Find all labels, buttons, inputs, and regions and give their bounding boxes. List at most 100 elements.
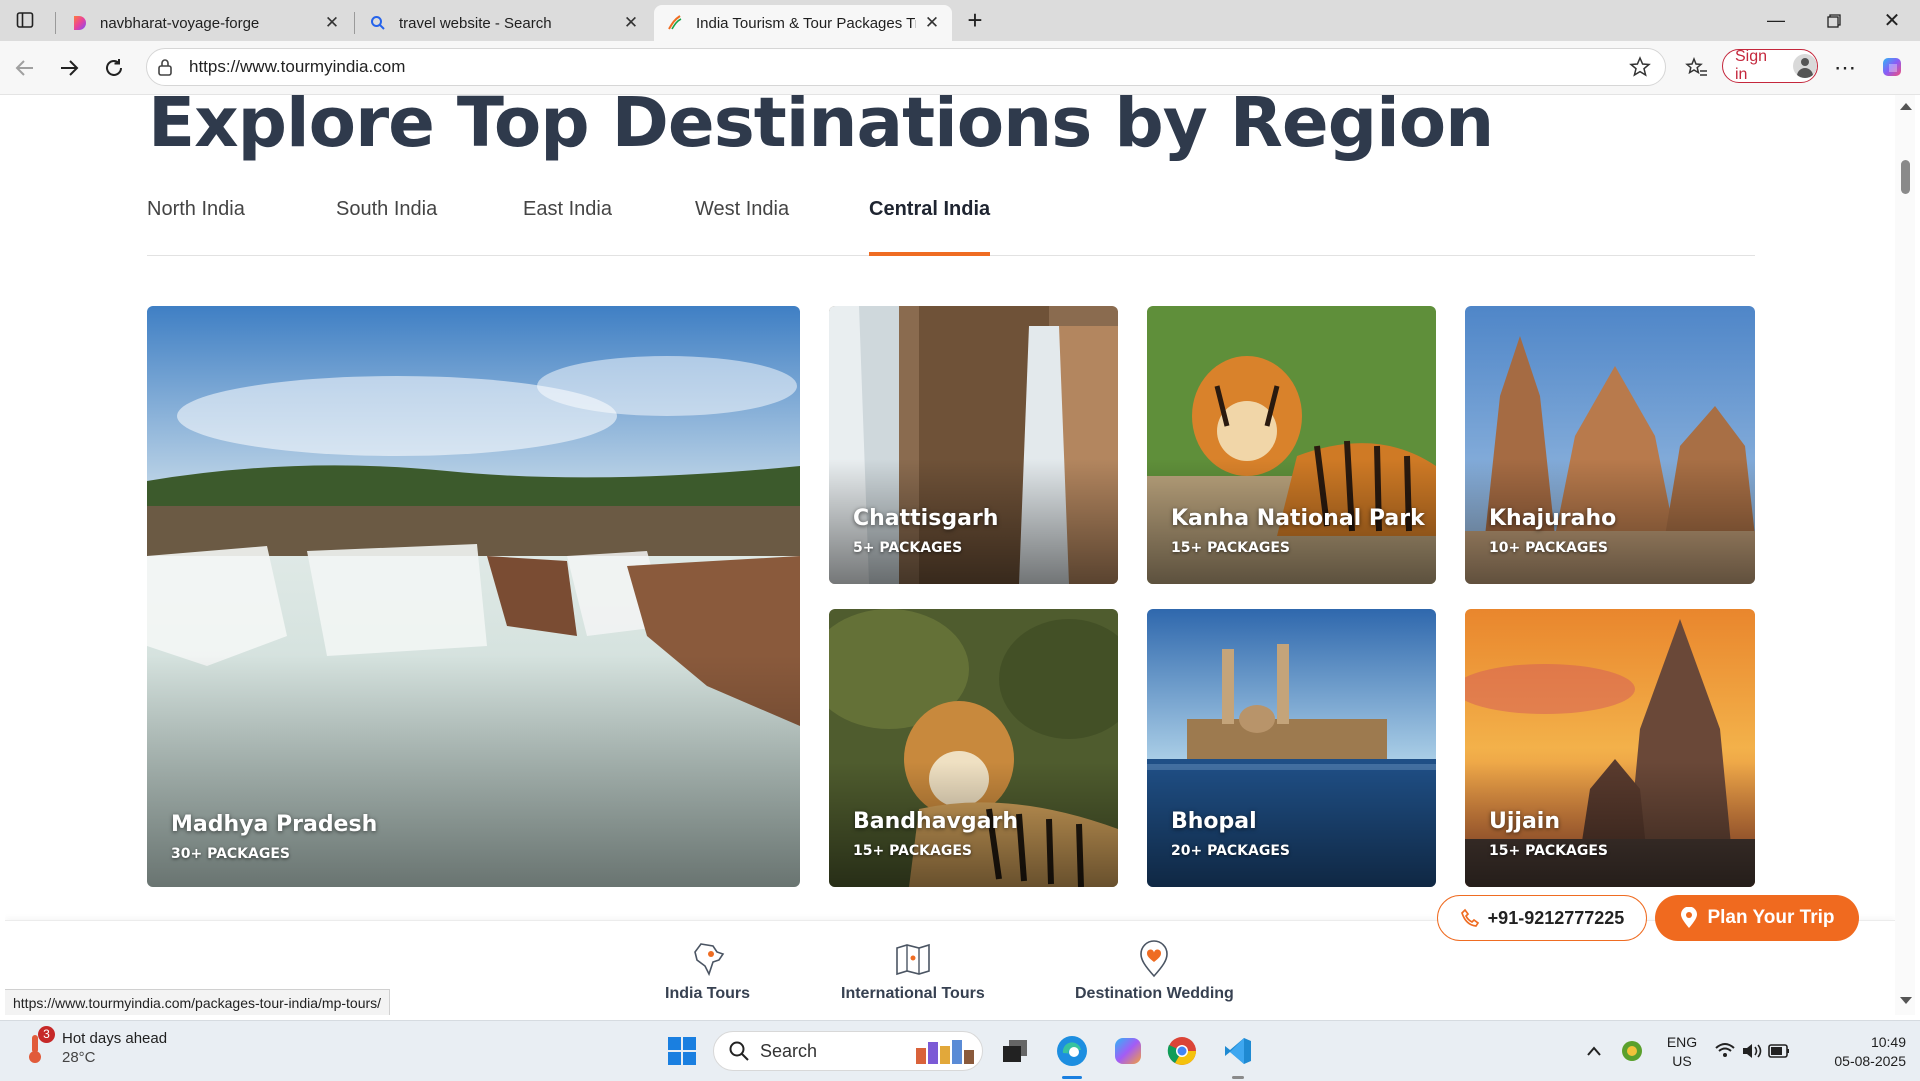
chevron-up-icon [1587, 1046, 1601, 1056]
tab-title: travel website - Search [399, 14, 552, 32]
forward-button[interactable] [52, 51, 86, 85]
plan-your-trip-button[interactable]: Plan Your Trip [1655, 895, 1859, 941]
show-hidden-icons-button[interactable] [1574, 1031, 1614, 1071]
tab-east-india[interactable]: East India [523, 195, 612, 255]
clock[interactable]: 10:49 05-08-2025 [1810, 1033, 1906, 1071]
more-menu-button[interactable]: ⋯ [1828, 51, 1862, 85]
destination-card-ujjain[interactable]: Ujjain 15+ PACKAGES [1465, 609, 1755, 887]
chrome-icon [1167, 1037, 1196, 1065]
phone-call-button[interactable]: +91-9212777225 [1437, 895, 1647, 941]
package-count: 15+ PACKAGES [1489, 843, 1608, 859]
tab-navbharat[interactable]: navbharat-voyage-forge ✕ [58, 5, 352, 41]
footer-international-tours[interactable]: International Tours [841, 939, 985, 1003]
refresh-button[interactable] [97, 51, 131, 85]
destination-name: Madhya Pradesh [171, 812, 378, 837]
tray-app-button[interactable] [1612, 1031, 1652, 1071]
new-tab-button[interactable]: + [960, 0, 990, 41]
language-indicator[interactable]: ENG US [1664, 1033, 1700, 1071]
favorites-button[interactable] [1680, 51, 1714, 85]
footer-label: India Tours [665, 985, 751, 1002]
close-tab-icon[interactable]: ✕ [924, 13, 940, 33]
copilot-taskbar-button[interactable] [1108, 1031, 1148, 1071]
package-count: 15+ PACKAGES [1171, 540, 1290, 556]
tray-app-icon [1622, 1041, 1642, 1061]
tab-tourmyindia[interactable]: India Tourism & Tour Packages Tr ✕ [654, 5, 952, 41]
restore-icon [1827, 13, 1841, 28]
package-count: 15+ PACKAGES [853, 843, 972, 859]
weather-badge: 3 [38, 1026, 55, 1043]
location-pin-icon [1681, 907, 1698, 928]
tab-north-india[interactable]: North India [147, 195, 245, 255]
favorite-star-icon[interactable] [1625, 56, 1655, 78]
footer-india-tours[interactable]: India Tours [665, 939, 750, 1003]
footer-label: Destination Wedding [1075, 985, 1234, 1002]
destination-card-madhya-pradesh[interactable]: Madhya Pradesh 30+ PACKAGES [147, 306, 800, 887]
destination-name: Ujjain [1489, 809, 1560, 834]
back-button[interactable] [8, 51, 42, 85]
network-status[interactable] [1712, 1031, 1792, 1071]
weather-temp: 28°C [62, 1049, 96, 1066]
chrome-taskbar-button[interactable] [1162, 1031, 1202, 1071]
restore-button[interactable] [1806, 0, 1862, 41]
phone-number: +91-9212777225 [1487, 907, 1625, 928]
destination-card-chattisgarh[interactable]: Chattisgarh 5+ PACKAGES [829, 306, 1118, 584]
clock-time: 10:49 [1870, 1034, 1906, 1050]
browser-toolbar: https://www.tourmyindia.com Sign in ⋯ [0, 41, 1920, 95]
scrollbar-thumb[interactable] [1901, 160, 1910, 194]
vscode-taskbar-button[interactable] [1218, 1031, 1258, 1071]
page-scrollbar[interactable] [1895, 95, 1915, 1015]
tab-central-india[interactable]: Central India [869, 195, 991, 256]
destination-card-bandhavgarh[interactable]: Bandhavgarh 15+ PACKAGES [829, 609, 1118, 887]
search-icon [369, 14, 387, 32]
destination-card-khajuraho[interactable]: Khajuraho 10+ PACKAGES [1465, 306, 1755, 584]
favorites-icon [1685, 57, 1707, 76]
heart-pin-icon [1134, 939, 1174, 979]
destination-card-bhopal[interactable]: Bhopal 20+ PACKAGES [1147, 609, 1436, 887]
close-tab-icon[interactable]: ✕ [324, 13, 340, 33]
vscode-icon [1225, 1038, 1251, 1064]
refresh-icon [106, 59, 122, 76]
active-app-indicator [1062, 1076, 1082, 1079]
tab-actions-button[interactable] [8, 3, 42, 37]
copilot-button[interactable] [1876, 51, 1910, 85]
search-highlight-icon [916, 1040, 974, 1064]
taskbar-search[interactable]: Search [713, 1031, 983, 1071]
active-tab-underline [869, 252, 991, 256]
task-view-button[interactable] [995, 1031, 1035, 1071]
waterfall-image [147, 306, 800, 887]
minimize-button[interactable]: — [1748, 0, 1804, 41]
lovable-icon [70, 14, 88, 32]
weather-title: Hot days ahead [62, 1030, 168, 1047]
sign-in-button[interactable]: Sign in [1722, 48, 1818, 83]
destination-name: Khajuraho [1489, 506, 1617, 531]
package-count: 20+ PACKAGES [1171, 843, 1290, 859]
tab-south-india[interactable]: South India [336, 195, 437, 255]
url-text[interactable]: https://www.tourmyindia.com [189, 57, 1625, 77]
destination-card-kanha-national-park[interactable]: Kanha National Park 15+ PACKAGES [1147, 306, 1436, 584]
scroll-up-arrow-icon[interactable] [1900, 103, 1912, 110]
page-viewport: Explore Top Destinations by Region North… [5, 95, 1895, 1015]
lock-icon[interactable] [157, 58, 175, 76]
browser-tab-bar: navbharat-voyage-forge ✕ travel website … [0, 0, 1920, 41]
clock-date: 05-08-2025 [1834, 1053, 1906, 1069]
weather-widget[interactable]: 3 Hot days ahead 28°C [22, 1026, 168, 1067]
scroll-down-arrow-icon[interactable] [1900, 997, 1912, 1004]
weather-icon: 3 [22, 1026, 55, 1065]
address-bar[interactable]: https://www.tourmyindia.com [146, 48, 1666, 86]
destination-name: Chattisgarh [853, 506, 999, 531]
tab-west-india[interactable]: West India [695, 195, 789, 255]
footer-destination-wedding[interactable]: Destination Wedding [1075, 939, 1234, 1003]
taskbar-search-label: Search [760, 1040, 818, 1061]
copilot-icon [1115, 1038, 1141, 1064]
start-button[interactable] [662, 1031, 702, 1071]
copilot-icon [1883, 58, 1901, 76]
tab-travel-search[interactable]: travel website - Search ✕ [357, 5, 651, 41]
windows-taskbar: 3 Hot days ahead 28°C Search ENG US 10:4… [0, 1020, 1920, 1081]
edge-taskbar-button[interactable] [1052, 1031, 1092, 1071]
plan-your-trip-label: Plan Your Trip [1707, 907, 1835, 928]
close-window-button[interactable]: ✕ [1864, 0, 1920, 41]
search-icon [729, 1041, 749, 1061]
destination-name: Bandhavgarh [853, 809, 1018, 834]
close-tab-icon[interactable]: ✕ [623, 13, 639, 33]
tab-title: India Tourism & Tour Packages Tr [696, 14, 916, 32]
